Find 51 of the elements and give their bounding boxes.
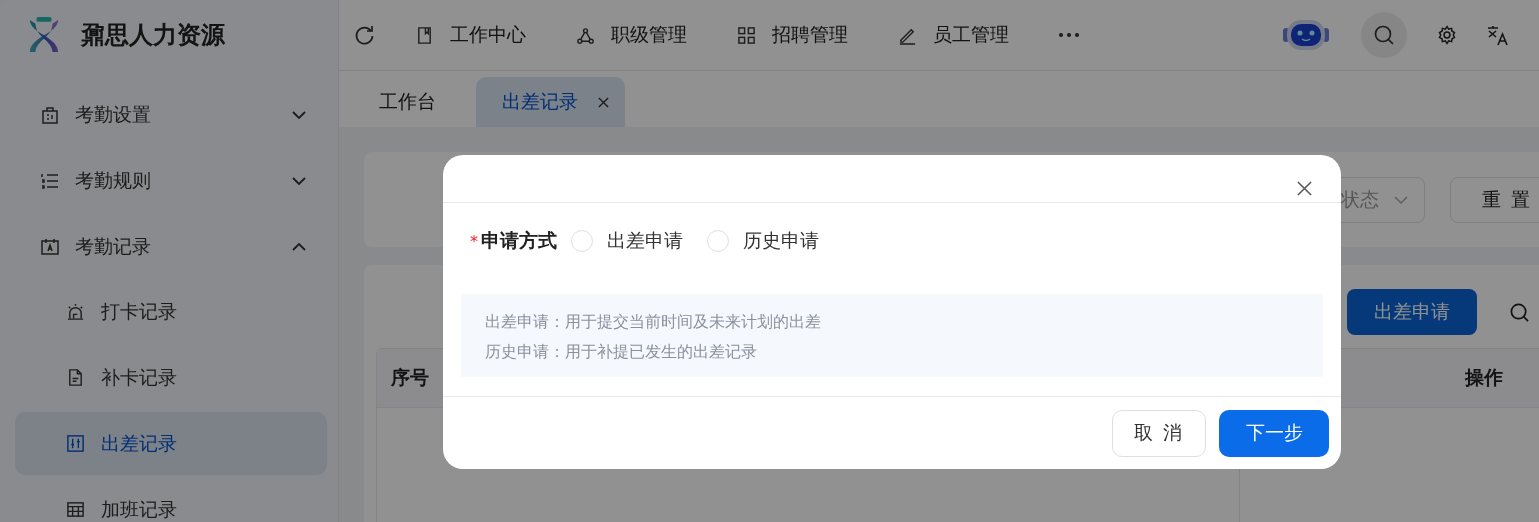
calendar-icon bbox=[40, 237, 60, 257]
nav-item[interactable]: 员工管理 bbox=[898, 22, 1009, 48]
radio-option[interactable]: 历史申请 bbox=[707, 228, 819, 254]
chevron-down-icon bbox=[292, 111, 306, 119]
nav-item[interactable]: 职级管理 bbox=[576, 22, 687, 48]
settings-icon[interactable] bbox=[1437, 25, 1457, 45]
document-icon bbox=[66, 368, 85, 387]
chevron-up-icon bbox=[292, 243, 306, 251]
reset-button[interactable]: 重 置 bbox=[1450, 176, 1539, 223]
sidebar-group[interactable]: 考勤设置 bbox=[0, 82, 338, 148]
radio-option[interactable]: 出差申请 bbox=[571, 228, 683, 254]
tab[interactable]: 出差记录 bbox=[476, 77, 625, 127]
note-text: 历史申请：用于补提已发生的出差记录 bbox=[485, 341, 758, 363]
search-button[interactable] bbox=[1361, 12, 1407, 58]
close-icon[interactable] bbox=[598, 96, 609, 108]
refresh-icon[interactable] bbox=[353, 24, 375, 46]
logo-icon bbox=[27, 16, 61, 54]
chevron-down-icon bbox=[292, 177, 306, 185]
search-icon bbox=[1373, 24, 1395, 46]
nav-item[interactable]: 工作中心 bbox=[415, 22, 526, 48]
numbered-list-icon bbox=[40, 171, 60, 191]
required-mark: * bbox=[470, 231, 478, 251]
column-header: 操作 bbox=[1465, 365, 1503, 390]
column-header: 序号 bbox=[391, 365, 429, 390]
sidebar-group[interactable]: 考勤记录 bbox=[0, 214, 338, 280]
note-text: 出差申请：用于提交当前时间及未来计划的出差 bbox=[485, 311, 822, 333]
app-title: 鼐思人力资源 bbox=[81, 20, 225, 51]
close-icon[interactable] bbox=[1297, 181, 1312, 196]
tab[interactable]: 工作台 bbox=[359, 77, 456, 127]
search-icon[interactable] bbox=[1509, 301, 1530, 323]
sidebar-item[interactable]: 补卡记录 bbox=[15, 346, 327, 409]
sidebar-item[interactable]: 出差记录 bbox=[15, 412, 327, 475]
cancel-button[interactable]: 取 消 bbox=[1112, 409, 1206, 457]
sidebar-item[interactable]: 加班记录 bbox=[15, 478, 327, 522]
book-icon bbox=[415, 25, 434, 45]
nav-item[interactable]: 招聘管理 bbox=[737, 22, 848, 48]
grid-icon bbox=[737, 25, 756, 45]
more-icon[interactable] bbox=[1059, 33, 1079, 37]
chevron-down-icon bbox=[1394, 195, 1408, 204]
apply-button[interactable]: 出差申请 bbox=[1347, 289, 1477, 335]
sidebar-item[interactable]: 打卡记录 bbox=[15, 280, 327, 343]
field-label: 申请方式 bbox=[481, 228, 557, 253]
clipboard-icon bbox=[40, 105, 60, 125]
robot-icon[interactable] bbox=[1283, 18, 1329, 52]
alarm-icon bbox=[66, 302, 85, 321]
table-icon bbox=[66, 500, 85, 519]
translate-icon[interactable] bbox=[1487, 24, 1509, 46]
sidebar-group[interactable]: 考勤规则 bbox=[0, 148, 338, 214]
sliders-icon bbox=[66, 434, 85, 453]
next-button[interactable]: 下一步 bbox=[1219, 409, 1329, 457]
network-icon bbox=[576, 25, 595, 45]
